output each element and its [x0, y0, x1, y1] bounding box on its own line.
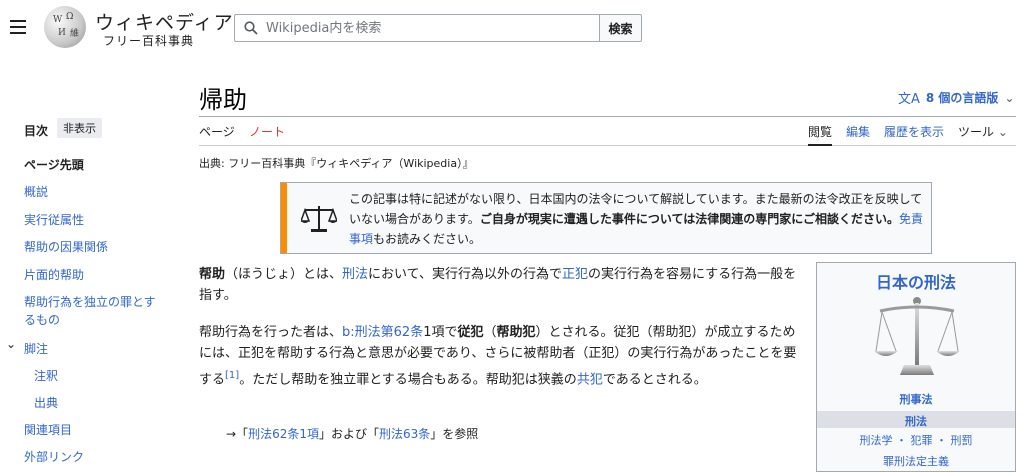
chevron-down-icon: ⌄ [1004, 90, 1015, 105]
toc-item-footnotes[interactable]: 脚注 [24, 340, 48, 357]
main-menu-button[interactable] [10, 20, 26, 34]
text: →「 [226, 427, 249, 441]
text: であるとされる。 [602, 372, 707, 388]
menu-line [10, 26, 26, 28]
toc-item-independent-crime[interactable]: 帮助行為を独立の罪とするもの [24, 293, 164, 329]
toc-item-sources[interactable]: 出典 [34, 394, 58, 411]
term-bold: 帮助 [199, 267, 226, 282]
toc-item-related[interactable]: 関連項目 [24, 421, 72, 438]
text: 」を参照 [430, 427, 479, 441]
chevron-down-icon[interactable]: ⌄ [6, 337, 16, 351]
toc-item-top[interactable]: ページ先頭 [24, 156, 84, 173]
toc-item-causation[interactable]: 帮助の因果関係 [24, 238, 108, 255]
title-divider [199, 116, 1016, 117]
tab-edit[interactable]: 編集 [846, 123, 870, 140]
text: 」および「 [318, 427, 379, 441]
toc-item-dependency[interactable]: 実行従属性 [24, 211, 84, 228]
toc-hide-button[interactable]: 非表示 [57, 118, 102, 138]
tabs-divider [199, 145, 1016, 146]
search-box[interactable] [234, 14, 600, 42]
tab-read[interactable]: 閲覧 [808, 123, 832, 140]
infobox-title[interactable]: 日本の刑法 [817, 269, 1015, 293]
link-article-63[interactable]: 刑法63条 [379, 427, 430, 441]
text: （ [483, 325, 497, 340]
menu-line [10, 20, 26, 22]
tab-talk[interactable]: ノート [249, 123, 285, 140]
link-article-62-1[interactable]: 刑法62条1項 [248, 427, 319, 441]
chevron-down-icon: ⌄ [997, 125, 1008, 139]
toc-heading: 目次 [24, 124, 49, 138]
text: 。ただし帮助を独立罪とする場合もある。帮助犯は狭義の [239, 372, 577, 388]
infobox-links-topics[interactable]: 刑法学 ・ 犯罪 ・ 刑罰 [817, 432, 1015, 448]
tools-menu[interactable]: ツール ⌄ [958, 123, 1008, 140]
tab-history[interactable]: 履歴を表示 [884, 123, 944, 140]
wikipedia-globe-logo[interactable]: WΩИ維 [44, 6, 86, 48]
notice-text-part2: もお読みください。 [373, 232, 482, 246]
link-complicity[interactable]: 共犯 [577, 372, 603, 387]
notice-box: この記事は特に記述がない限り、日本国内の法令について解説しています。また最新の法… [280, 182, 932, 254]
tab-page[interactable]: ページ [199, 123, 235, 140]
toc-item-overview[interactable]: 概説 [24, 183, 48, 200]
notice-accent-bar [281, 183, 287, 253]
translate-icon: 文A [898, 92, 920, 107]
infobox-link-criminal-law-field[interactable]: 刑事法 [817, 391, 1015, 407]
term-bold: 従犯 [457, 325, 484, 340]
infobox: 日本の刑法 刑事法 刑法 刑法学 ・ 犯罪 ・ 刑罰 罪刑法定主義 [816, 262, 1016, 472]
reference-link[interactable]: [1] [225, 370, 239, 381]
link-article-62[interactable]: b:刑法第62条 [342, 325, 423, 340]
logo-wordmark[interactable]: ウィキペディア [95, 8, 234, 35]
site-subtitle: 出典: フリー百科事典『ウィキペディア（Wikipedia）』 [199, 157, 474, 170]
scales-icon [301, 206, 337, 232]
notice-text-bold: ご自身が現実に遭遇した事件については法律関連の専門家にご相談ください。 [479, 212, 899, 226]
text: 帮助行為を行った者は、 [199, 325, 343, 340]
search-button[interactable]: 検索 [599, 14, 642, 42]
infobox-link-legality[interactable]: 罪刑法定主義 [817, 453, 1015, 469]
page-title: 帰助 [199, 86, 247, 114]
search-input[interactable] [264, 19, 588, 37]
tools-label: ツール [958, 125, 995, 139]
toc-item-notes[interactable]: 注釈 [34, 367, 58, 384]
search-icon [244, 21, 258, 35]
term-bold: 帮助犯 [496, 325, 536, 340]
infobox-link-criminal-law[interactable]: 刑法 [817, 413, 1015, 429]
body-paragraph: 帮助行為を行った者は、b:刑法第62条1項で従犯（帮助犯）とされる。従犯（帮助犯… [199, 322, 799, 390]
menu-line [10, 32, 26, 34]
toc-item-external-links[interactable]: 外部リンク [24, 448, 84, 465]
language-button[interactable]: 文A 8 個の言語版 ⌄ [898, 88, 1015, 108]
active-tab-indicator [808, 144, 832, 146]
link-criminal-law[interactable]: 刑法 [342, 267, 368, 282]
see-also-note: →「刑法62条1項」および「刑法63条」を参照 [226, 425, 478, 442]
text: （ほうじょ）とは、 [225, 267, 343, 282]
language-count: 8 個の言語版 [925, 91, 999, 105]
logo-tagline: フリー百科事典 [103, 34, 195, 48]
lead-paragraph: 帮助（ほうじょ）とは、刑法において、実行行為以外の行為で正犯の実行行為を容易にす… [199, 264, 799, 306]
toc-item-unilateral[interactable]: 片面的帮助 [24, 266, 84, 283]
scales-of-justice-image [874, 297, 960, 375]
link-principal-offender[interactable]: 正犯 [562, 267, 588, 282]
text: 1項で [423, 325, 458, 340]
notice-text: この記事は特に記述がない限り、日本国内の法令について解説しています。また最新の法… [349, 189, 927, 249]
text: において、実行行為以外の行為で [368, 267, 563, 282]
